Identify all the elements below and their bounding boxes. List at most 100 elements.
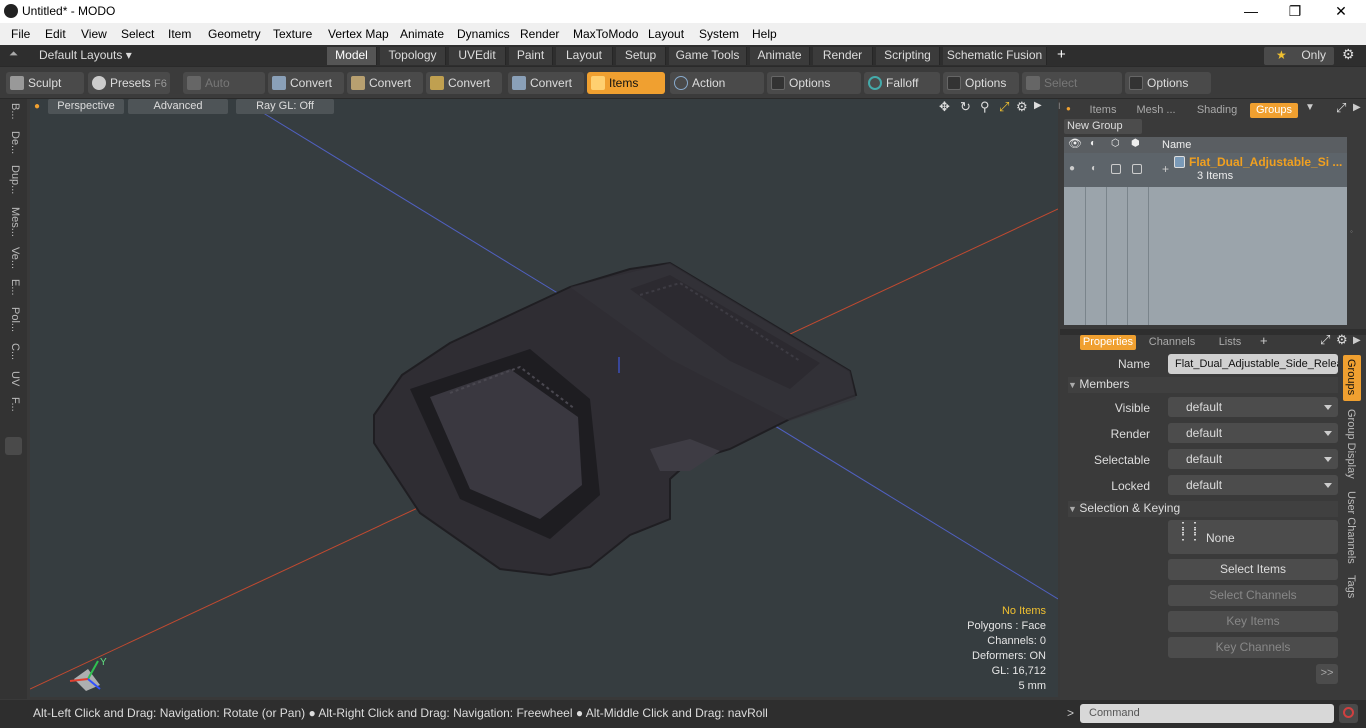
key-items-button[interactable]: Key Items (1168, 611, 1338, 632)
menu-layout[interactable]: Layout (648, 27, 684, 41)
menu-item[interactable]: Item (168, 27, 191, 41)
key-channels-button[interactable]: Key Channels (1168, 637, 1338, 658)
group-name-field[interactable]: Flat_Dual_Adjustable_Side_Relea (1168, 354, 1338, 374)
expand-panel-icon[interactable]: ⤢ (1336, 100, 1346, 116)
group-lock-checkbox[interactable] (1132, 164, 1142, 174)
gear-icon[interactable]: ⚙ (1342, 46, 1355, 63)
default-layouts-dropdown[interactable]: Default Layouts ▾ (39, 48, 132, 62)
vtab-tags[interactable]: Tags (1345, 575, 1357, 598)
group-selectable-checkbox[interactable] (1111, 164, 1121, 174)
advanced-button[interactable]: Advanced (128, 99, 228, 114)
rotate-view-icon[interactable]: ↻ (960, 99, 971, 115)
raygl-button[interactable]: Ray GL: Off (236, 99, 334, 114)
action-center-button[interactable]: Action Center (670, 72, 764, 112)
tab-shading[interactable]: Shading (1194, 103, 1240, 118)
locked-dropdown[interactable]: default (1168, 475, 1338, 495)
select-items-button[interactable]: Select Items (1168, 559, 1338, 580)
vtab-groups[interactable]: Groups (1343, 355, 1361, 401)
only-toggle[interactable]: ★ Only (1264, 47, 1334, 65)
expand-properties-icon[interactable]: ⤢ (1320, 332, 1330, 348)
zoom-view-icon[interactable]: ⚲ (980, 99, 990, 115)
group-render-icon[interactable]: ◐ (1091, 163, 1097, 174)
collapse-icon[interactable]: ⏶ (9, 48, 18, 61)
vtab-group-display[interactable]: Group Display (1345, 409, 1357, 479)
left-tab-uv[interactable]: UV (5, 371, 21, 386)
menu-texture[interactable]: Texture (273, 27, 312, 41)
tab-mesh[interactable]: Mesh ... (1132, 103, 1180, 118)
left-tab-curve[interactable]: C... (5, 343, 21, 360)
menu-select[interactable]: Select (121, 27, 154, 41)
menu-edit[interactable]: Edit (45, 27, 66, 41)
render-col-icon[interactable]: ◐ (1090, 138, 1096, 149)
properties-menu-icon[interactable]: ▶ (1353, 335, 1361, 346)
tab-channels[interactable]: Channels (1148, 335, 1196, 350)
new-group-button[interactable]: New Group (1064, 119, 1142, 134)
left-tab-mesh-edit[interactable]: Mes... (5, 207, 21, 237)
tab-game-tools[interactable]: Game Tools (669, 47, 747, 65)
tab-groups[interactable]: Groups (1250, 103, 1298, 118)
menu-view[interactable]: View (81, 27, 107, 41)
group-row[interactable]: ● ◐ + Flat_Dual_Adjustable_Si ... 3 Item… (1064, 153, 1347, 187)
menu-dynamics[interactable]: Dynamics (457, 27, 510, 41)
left-panel-toggle[interactable] (5, 437, 22, 455)
tab-layout[interactable]: Layout (556, 47, 613, 65)
move-view-icon[interactable]: ✥ (939, 99, 950, 115)
left-tab-edge[interactable]: E... (5, 279, 21, 296)
tab-schematic-fusion[interactable]: Schematic Fusion (943, 47, 1047, 65)
3d-viewport[interactable]: Y ● Perspective Advanced Ray GL: Off ✥ ↻… (30, 99, 1058, 697)
left-tab-basic[interactable]: B... (5, 103, 21, 120)
tabs-dropdown-icon[interactable]: ▼ (1305, 102, 1315, 113)
group-visible-icon[interactable]: ● (1069, 163, 1075, 174)
left-tab-duplicate[interactable]: Dup... (5, 165, 21, 194)
convert-button-4[interactable]: Convert (508, 72, 584, 94)
minimize-button[interactable]: — (1228, 0, 1274, 23)
selection-keying-section[interactable]: ▼ Selection & Keying (1068, 501, 1338, 517)
tab-render[interactable]: Render (813, 47, 873, 65)
convert-button-1[interactable]: Convert (268, 72, 344, 94)
add-tab-icon[interactable]: + (1260, 333, 1268, 348)
visible-dropdown[interactable]: default (1168, 397, 1338, 417)
fit-view-icon[interactable]: ⤢ (999, 99, 1009, 115)
convert-button-2[interactable]: Convert (347, 72, 423, 94)
visibility-col-icon[interactable]: 👁 (1068, 137, 1082, 150)
tab-scripting[interactable]: Scripting (876, 47, 940, 65)
sculpt-button[interactable]: Sculpt (6, 72, 84, 94)
panel-menu-icon[interactable]: ▶ (1353, 102, 1361, 113)
properties-gear-icon[interactable]: ⚙ (1336, 332, 1348, 348)
tab-uvedit[interactable]: UVEdit (449, 47, 506, 65)
keying-preset-button[interactable]: ⋮⋮ ⋮⋮ None (1168, 520, 1338, 554)
close-button[interactable]: ✕ (1318, 0, 1364, 23)
convert-button-3[interactable]: Convert (426, 72, 502, 94)
menu-maxtomodo[interactable]: MaxToModo (573, 27, 638, 41)
add-tab-icon[interactable]: + (1057, 46, 1066, 63)
menu-help[interactable]: Help (752, 27, 777, 41)
maximize-button[interactable]: ❐ (1272, 0, 1318, 23)
expand-group-icon[interactable]: + (1162, 162, 1169, 176)
command-input[interactable]: Command (1080, 704, 1334, 723)
tab-items[interactable]: Items (1088, 103, 1118, 118)
more-button[interactable]: >> (1316, 664, 1338, 684)
lock-col-icon[interactable]: ⬢ (1131, 138, 1140, 149)
tab-paint[interactable]: Paint (509, 47, 553, 65)
select-through-button[interactable]: Select Through (1022, 72, 1122, 112)
falloff-button[interactable]: Falloff (864, 72, 940, 94)
tab-properties[interactable]: Properties (1080, 335, 1136, 350)
members-section[interactable]: ▼ Members (1068, 377, 1338, 393)
options-button-3[interactable]: Options (1125, 72, 1211, 94)
selectable-dropdown[interactable]: default (1168, 449, 1338, 469)
vtab-user-channels[interactable]: User Channels (1345, 491, 1357, 564)
menu-render[interactable]: Render (520, 27, 559, 41)
presets-button[interactable]: Presets F6 (88, 72, 170, 94)
menu-vertex-map[interactable]: Vertex Map (328, 27, 389, 41)
viewport-expand-icon[interactable]: ▶ (1034, 100, 1042, 111)
render-dropdown[interactable]: default (1168, 423, 1338, 443)
options-button-1[interactable]: Options (767, 72, 861, 94)
list-scroll-handle[interactable]: ◦ (1350, 227, 1353, 236)
record-macro-button[interactable] (1339, 704, 1358, 723)
left-tab-polygon[interactable]: Pol... (5, 307, 21, 332)
auto-select-button[interactable]: Auto Select (183, 72, 265, 112)
viewport-settings-icon[interactable]: ⚙ (1016, 99, 1028, 115)
tab-lists[interactable]: Lists (1210, 335, 1250, 350)
menu-animate[interactable]: Animate (400, 27, 444, 41)
select-channels-button[interactable]: Select Channels (1168, 585, 1338, 606)
